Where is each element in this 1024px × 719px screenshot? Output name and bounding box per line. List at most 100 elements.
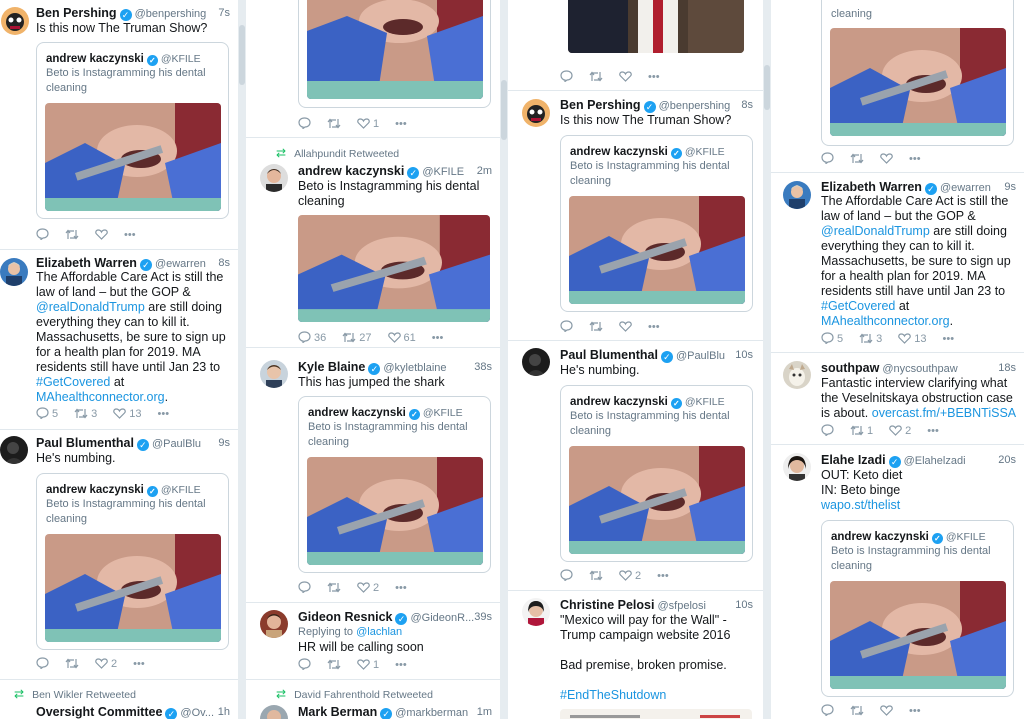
- reply-button[interactable]: 36: [298, 331, 326, 345]
- avatar[interactable]: [783, 453, 811, 481]
- tweet-card[interactable]: ⇄ Ben Wikler Retweeted Oversight Committe…: [0, 680, 238, 719]
- scrollbar[interactable]: [764, 65, 770, 110]
- retweet-button[interactable]: [327, 658, 341, 672]
- like-button[interactable]: [619, 320, 632, 334]
- more-button[interactable]: •••: [648, 320, 660, 334]
- tweet-time[interactable]: 8s: [218, 256, 230, 271]
- reply-button[interactable]: [560, 70, 573, 84]
- reply-button[interactable]: [298, 658, 311, 672]
- author-handle[interactable]: @benpershing: [659, 100, 731, 112]
- reply-button[interactable]: [298, 117, 311, 131]
- author-name[interactable]: Ben Pershing: [36, 6, 117, 20]
- author-handle[interactable]: @benpershing: [135, 8, 207, 20]
- retweet-button[interactable]: [589, 320, 603, 334]
- quoted-tweet[interactable]: andrew kaczynski ✓ @KFILE Beto is Instagra…: [36, 473, 229, 650]
- media-image[interactable]: [569, 446, 745, 554]
- reply-button[interactable]: 5: [821, 332, 843, 346]
- author-name[interactable]: Kyle Blaine: [298, 360, 365, 374]
- tweet-card[interactable]: ⇄ David Fahrenthold Retweeted Mark Berman…: [246, 680, 500, 719]
- retweet-button[interactable]: 3: [74, 407, 97, 421]
- mention-link[interactable]: @realDonaldTrump: [36, 300, 145, 314]
- author-name[interactable]: Christine Pelosi: [560, 598, 654, 612]
- like-button[interactable]: [95, 228, 108, 242]
- author-handle[interactable]: @ewarren: [940, 182, 991, 194]
- more-button[interactable]: •••: [395, 117, 407, 131]
- retweet-button[interactable]: 1: [850, 424, 873, 438]
- reply-button[interactable]: [821, 424, 834, 438]
- tweet-card[interactable]: Christine Pelosi @sfpelosi 10s "Mexico wi…: [508, 591, 763, 719]
- reply-button[interactable]: [560, 320, 573, 334]
- like-button[interactable]: [880, 704, 893, 718]
- tweet-time[interactable]: 39s: [474, 610, 492, 625]
- quoted-tweet[interactable]: [298, 0, 491, 108]
- tweet-time[interactable]: 8s: [741, 98, 753, 113]
- avatar[interactable]: [522, 99, 550, 127]
- like-button[interactable]: 1: [357, 117, 379, 131]
- scrollbar[interactable]: [239, 25, 245, 85]
- avatar[interactable]: [522, 348, 550, 376]
- author-name[interactable]: Gideon Resnick: [298, 610, 392, 624]
- more-button[interactable]: •••: [124, 228, 136, 242]
- quoted-tweet[interactable]: andrew kaczynski ✓ @KFILE Beto is Instagra…: [298, 396, 491, 573]
- avatar[interactable]: [260, 164, 288, 192]
- author-name[interactable]: andrew kaczynski: [298, 164, 404, 178]
- tweet-card[interactable]: cleaning •••: [771, 0, 1024, 173]
- quoted-tweet[interactable]: andrew kaczynski ✓ @KFILE Beto is Instagra…: [560, 135, 753, 312]
- author-handle[interactable]: @PaulBlu: [152, 438, 201, 450]
- like-button[interactable]: 1: [357, 658, 379, 672]
- like-button[interactable]: [619, 70, 632, 84]
- reply-button[interactable]: [298, 581, 311, 595]
- author-name[interactable]: Oversight Committee: [36, 705, 162, 719]
- like-button[interactable]: 2: [357, 581, 379, 595]
- tweet-card[interactable]: Elizabeth Warren ✓ @ewarren 8s The Afforda…: [0, 250, 238, 430]
- avatar[interactable]: [260, 360, 288, 388]
- avatar[interactable]: [0, 258, 28, 286]
- avatar[interactable]: [0, 436, 28, 464]
- url-link[interactable]: MAhealthconnector.org: [36, 390, 165, 404]
- like-button[interactable]: 2: [95, 657, 117, 671]
- tweet-time[interactable]: 10s: [735, 598, 753, 613]
- author-handle[interactable]: @nycsouthpaw: [882, 363, 957, 375]
- tweet-time[interactable]: 7s: [218, 6, 230, 21]
- retweet-button[interactable]: [65, 228, 79, 242]
- quoted-tweet[interactable]: andrew kaczynski ✓ @KFILE Beto is Instagra…: [36, 42, 229, 219]
- quoted-tweet[interactable]: cleaning: [821, 0, 1014, 146]
- avatar[interactable]: [783, 181, 811, 209]
- retweet-button[interactable]: [327, 581, 341, 595]
- tweet-card[interactable]: Gideon Resnick ✓ @GideonR... 39s Replying …: [246, 603, 500, 680]
- hashtag-link[interactable]: #EndTheShutdown: [560, 688, 755, 703]
- author-name[interactable]: Elizabeth Warren: [36, 256, 137, 270]
- more-button[interactable]: •••: [395, 658, 407, 672]
- tweet-card[interactable]: ⇄ Allahpundit Retweeted andrew kaczynski ✓…: [246, 138, 500, 348]
- retweet-button[interactable]: [65, 657, 79, 671]
- author-handle[interactable]: @sfpelosi: [657, 600, 705, 612]
- media-image[interactable]: [569, 196, 745, 304]
- retweet-button[interactable]: [589, 70, 603, 84]
- quoted-tweet[interactable]: andrew kaczynski ✓ @KFILE Beto is Instagra…: [821, 520, 1014, 697]
- retweet-button[interactable]: [850, 152, 864, 166]
- media-image[interactable]: [830, 28, 1006, 136]
- mention-link[interactable]: @realDonaldTrump: [821, 224, 930, 238]
- tweet-time[interactable]: 1m: [477, 705, 492, 719]
- tweet-time[interactable]: 20s: [998, 453, 1016, 468]
- author-handle[interactable]: @ewarren: [155, 258, 206, 270]
- retweet-button[interactable]: 27: [342, 331, 372, 345]
- tweet-card[interactable]: Elizabeth Warren ✓ @ewarren 9s The Afforda…: [771, 173, 1024, 353]
- tweet-card[interactable]: 1 •••: [246, 0, 500, 138]
- reply-button[interactable]: [560, 569, 573, 583]
- more-button[interactable]: •••: [648, 70, 660, 84]
- hashtag-link[interactable]: #GetCovered: [821, 299, 895, 313]
- author-name[interactable]: Paul Blumenthal: [36, 436, 134, 450]
- reply-button[interactable]: [821, 704, 834, 718]
- author-name[interactable]: southpaw: [821, 361, 879, 375]
- author-handle[interactable]: @kyletblaine: [383, 362, 446, 374]
- like-button[interactable]: 13: [898, 332, 927, 346]
- media-image[interactable]: [830, 581, 1006, 689]
- tweet-time[interactable]: 9s: [218, 436, 230, 451]
- reply-button[interactable]: 5: [36, 407, 58, 421]
- like-button[interactable]: 13: [113, 407, 142, 421]
- reply-button[interactable]: [36, 657, 49, 671]
- retweet-button[interactable]: 3: [859, 332, 882, 346]
- url-link[interactable]: wapo.st/thelist: [821, 498, 1017, 513]
- author-name[interactable]: Elahe Izadi: [821, 453, 886, 467]
